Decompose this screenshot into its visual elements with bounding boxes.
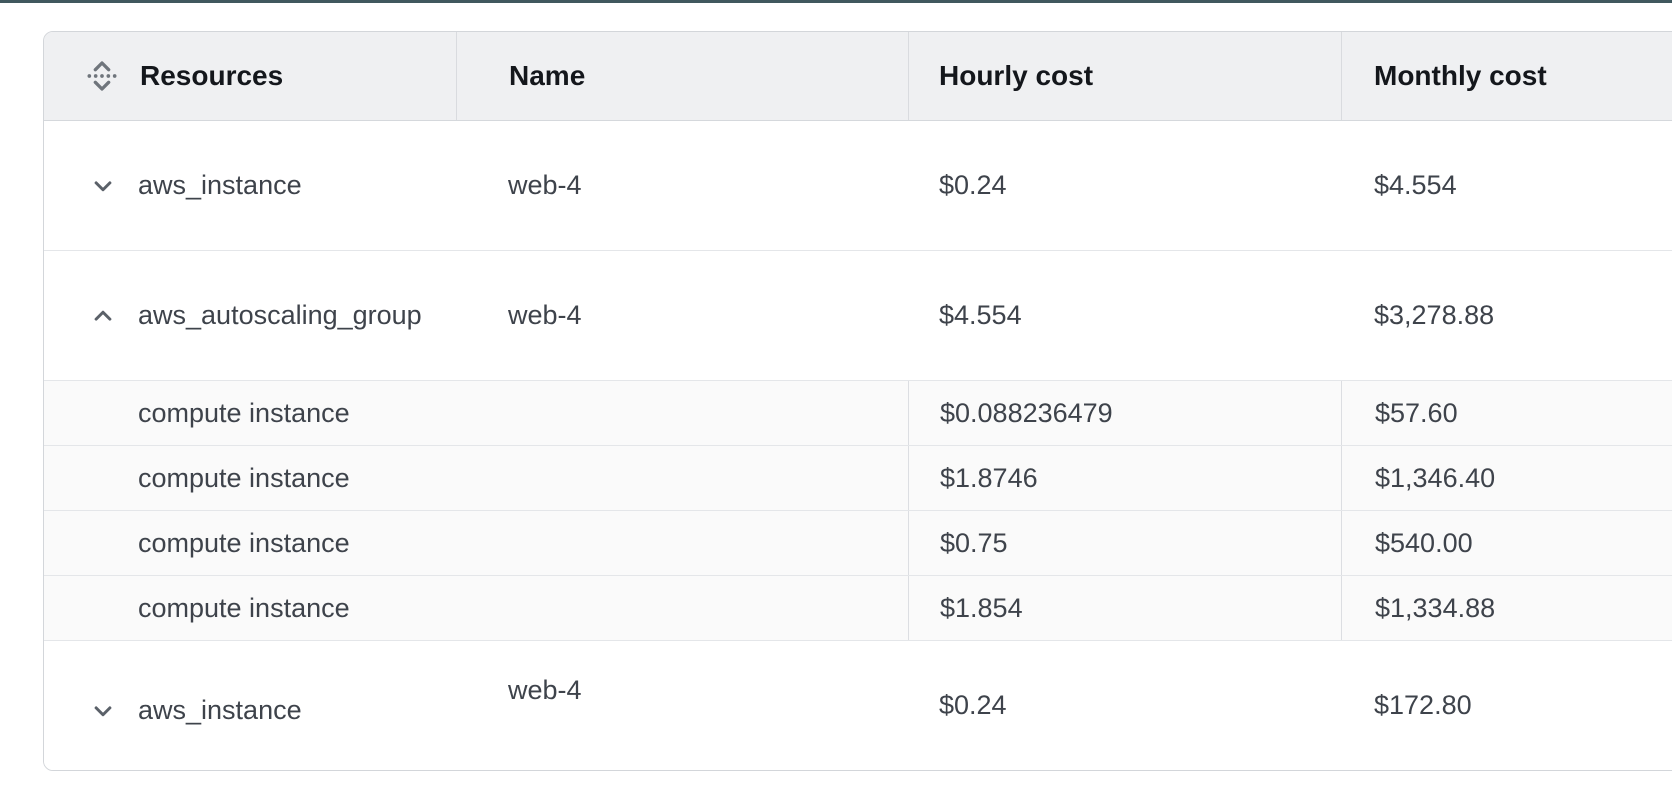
resource-type-label: aws_autoscaling_group <box>138 300 422 331</box>
column-header-hourly-cost: Hourly cost <box>908 32 1341 120</box>
resources-cell: compute instance <box>44 511 908 575</box>
monthly-cost-cell: $540.00 <box>1341 511 1672 575</box>
resource-type-label: aws_instance <box>138 695 302 726</box>
monthly-cost-cell: $1,346.40 <box>1341 446 1672 510</box>
chevron-down-icon[interactable] <box>86 169 120 203</box>
drag-vertical-icon[interactable] <box>80 54 124 98</box>
resources-cell: aws_instance <box>44 121 456 250</box>
name-cell: web-4 <box>456 170 908 201</box>
resources-cell: aws_autoscaling_group <box>44 251 456 380</box>
hourly-cost-cell: $0.24 <box>908 121 1341 250</box>
monthly-cost-cell: $4.554 <box>1341 121 1672 250</box>
hourly-cost-cell: $1.854 <box>908 576 1341 640</box>
hourly-cost-cell: $0.75 <box>908 511 1341 575</box>
column-header-label: Name <box>509 60 585 92</box>
hourly-cost-cell: $0.088236479 <box>908 381 1341 445</box>
hourly-cost-cell: $1.8746 <box>908 446 1341 510</box>
resource-type-label: aws_instance <box>138 170 302 201</box>
resources-cell: aws_instance <box>44 646 456 771</box>
resources-cell: compute instance <box>44 381 908 445</box>
name-cell: web-4 <box>456 300 908 331</box>
cost-breakdown-table: Resources Name Hourly cost Monthly cost … <box>43 31 1672 771</box>
column-header-resources: Resources <box>44 32 456 120</box>
monthly-cost-cell: $172.80 <box>1341 641 1672 770</box>
resource-row: aws_autoscaling_group web-4$4.554$3,278.8… <box>44 251 1672 381</box>
resource-row: aws_instance web-4$0.24$4.554 <box>44 121 1672 251</box>
subresource-row: compute instance $0.088236479$57.60 <box>44 381 1672 446</box>
monthly-cost-cell: $3,278.88 <box>1341 251 1672 380</box>
subresource-row: compute instance $0.75$540.00 <box>44 511 1672 576</box>
column-header-label: Resources <box>140 60 283 92</box>
subresource-row: compute instance $1.854$1,334.88 <box>44 576 1672 641</box>
table-header-row: Resources Name Hourly cost Monthly cost <box>44 32 1672 121</box>
column-header-label: Hourly cost <box>939 60 1093 92</box>
table-body: aws_instanceweb-4$0.24$4.554aws_autoscal… <box>44 121 1672 770</box>
chevron-down-icon[interactable] <box>86 694 120 728</box>
subresource-row: compute instance $1.8746$1,346.40 <box>44 446 1672 511</box>
subresource-label: compute instance <box>138 463 350 494</box>
name-cell: web-4 <box>456 675 908 706</box>
column-header-name: Name <box>456 32 908 120</box>
monthly-cost-cell: $57.60 <box>1341 381 1672 445</box>
top-accent-bar <box>0 0 1672 3</box>
subresource-label: compute instance <box>138 528 350 559</box>
chevron-up-icon[interactable] <box>86 299 120 333</box>
column-header-label: Monthly cost <box>1374 60 1547 92</box>
subresource-label: compute instance <box>138 593 350 624</box>
resource-row: aws_instance web-4$0.24$172.80 <box>44 641 1672 770</box>
hourly-cost-cell: $4.554 <box>908 251 1341 380</box>
resources-cell: compute instance <box>44 576 908 640</box>
resources-cell: compute instance <box>44 446 908 510</box>
hourly-cost-cell: $0.24 <box>908 641 1341 770</box>
subresource-label: compute instance <box>138 398 350 429</box>
monthly-cost-cell: $1,334.88 <box>1341 576 1672 640</box>
column-header-monthly-cost: Monthly cost <box>1341 32 1672 120</box>
